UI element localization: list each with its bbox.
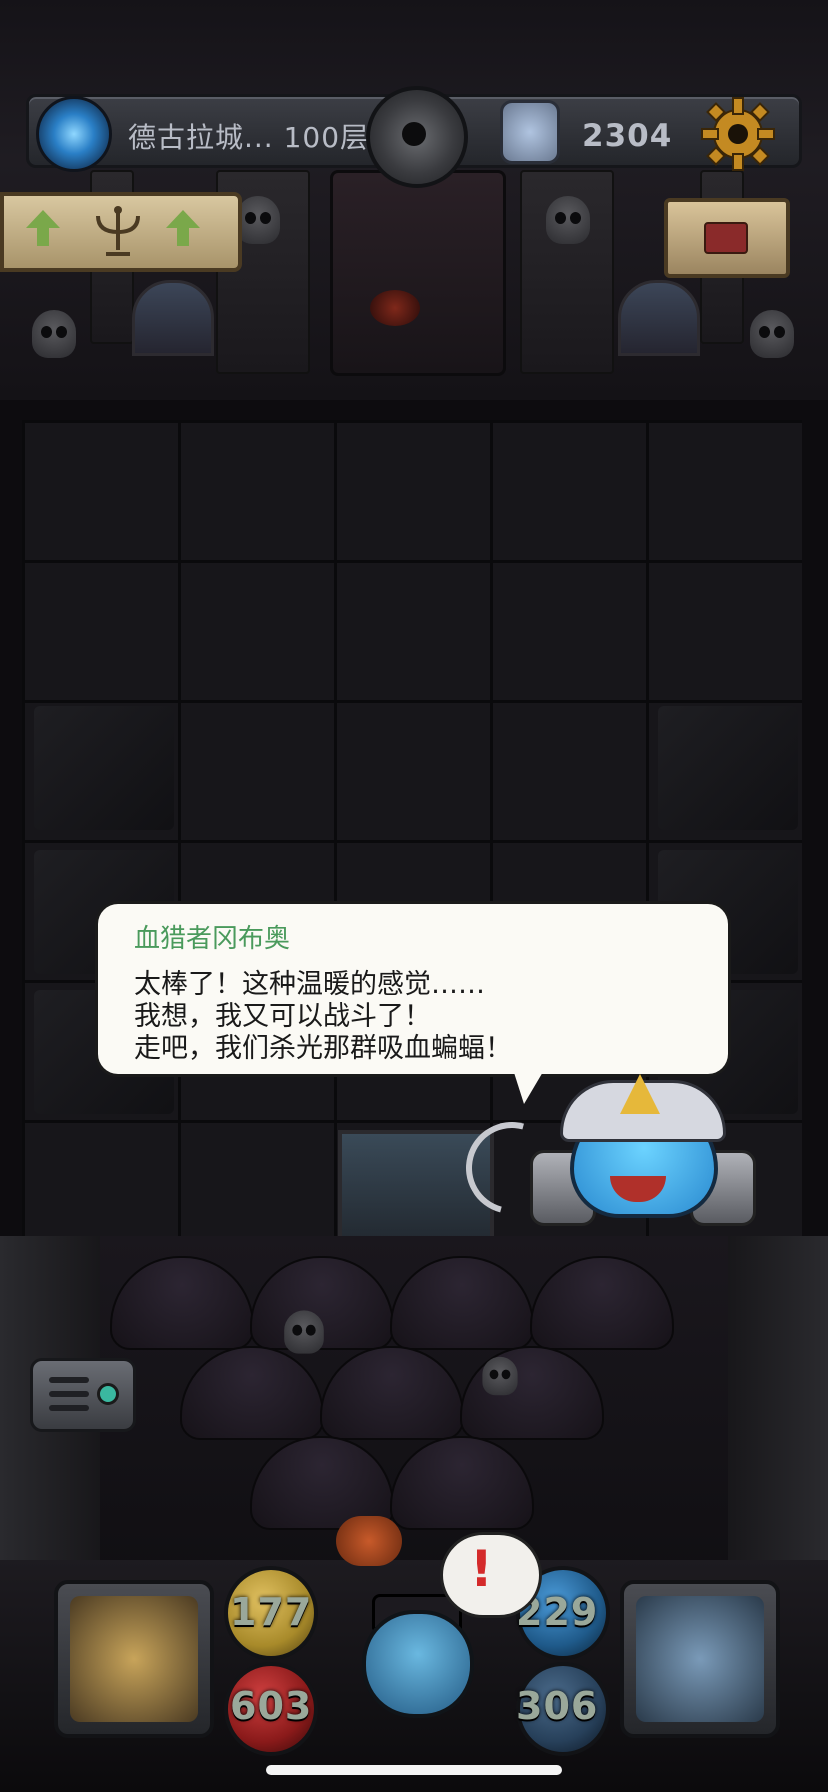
mana-value: 306 <box>516 1684 599 1728</box>
gear-icon[interactable] <box>700 96 776 172</box>
skull-icon <box>284 1310 324 1354</box>
pet-creature[interactable] <box>336 1516 402 1566</box>
skull-icon <box>482 1356 518 1396</box>
spellbook-button[interactable] <box>620 1580 780 1738</box>
spellbook-icon <box>636 1596 764 1722</box>
dialog-line: 走吧，我们杀光那群吸血蝙蝠！ <box>134 1033 512 1064</box>
portal-icon[interactable] <box>36 96 112 172</box>
floor-scale-tile <box>320 1346 464 1440</box>
sealed-door[interactable] <box>330 170 506 376</box>
stained-glass-window <box>618 280 700 356</box>
skull-icon <box>546 196 590 244</box>
attack-value: 177 <box>230 1590 313 1634</box>
broken-wall-tile[interactable] <box>34 706 174 830</box>
floor-scale-tile <box>390 1256 534 1350</box>
blood-stain <box>370 290 420 326</box>
coin-count: 2304 <box>582 118 673 154</box>
hp-value: 603 <box>230 1684 313 1728</box>
compass-skill-button[interactable] <box>54 1580 214 1738</box>
medal-center <box>402 122 426 146</box>
speaker-name: 血猎者冈布奥 <box>134 924 291 954</box>
treasure-sign-button[interactable] <box>664 198 790 278</box>
upgrade-sign-button[interactable] <box>0 192 242 272</box>
hero-avatar[interactable] <box>362 1610 474 1718</box>
stained-glass-window <box>132 280 214 356</box>
skull-icon <box>32 310 76 358</box>
coin-icon <box>500 100 560 164</box>
compass-icon <box>70 1596 198 1722</box>
arrow-up-icon <box>26 210 60 246</box>
candelabra-icon <box>96 206 140 256</box>
dialog-tail <box>510 1060 550 1104</box>
floor-scale-tile <box>530 1256 674 1350</box>
chest-icon <box>704 222 748 254</box>
arrow-up-icon <box>166 210 200 246</box>
broken-wall-tile[interactable] <box>658 706 798 830</box>
home-indicator[interactable] <box>266 1765 562 1775</box>
floor-name[interactable]: 德古拉城... 100层 <box>128 116 369 156</box>
floor-scale-tile <box>390 1436 534 1530</box>
skull-icon <box>750 310 794 358</box>
crown-icon <box>620 1074 660 1114</box>
notification-dot <box>97 1383 119 1405</box>
skull-icon <box>236 196 280 244</box>
menu-button[interactable] <box>30 1358 136 1432</box>
floor-scale-tile <box>180 1346 324 1440</box>
floor-scale-tile <box>110 1256 254 1350</box>
floor-scale-tile <box>460 1346 604 1440</box>
alert-icon: ! <box>470 1540 493 1598</box>
